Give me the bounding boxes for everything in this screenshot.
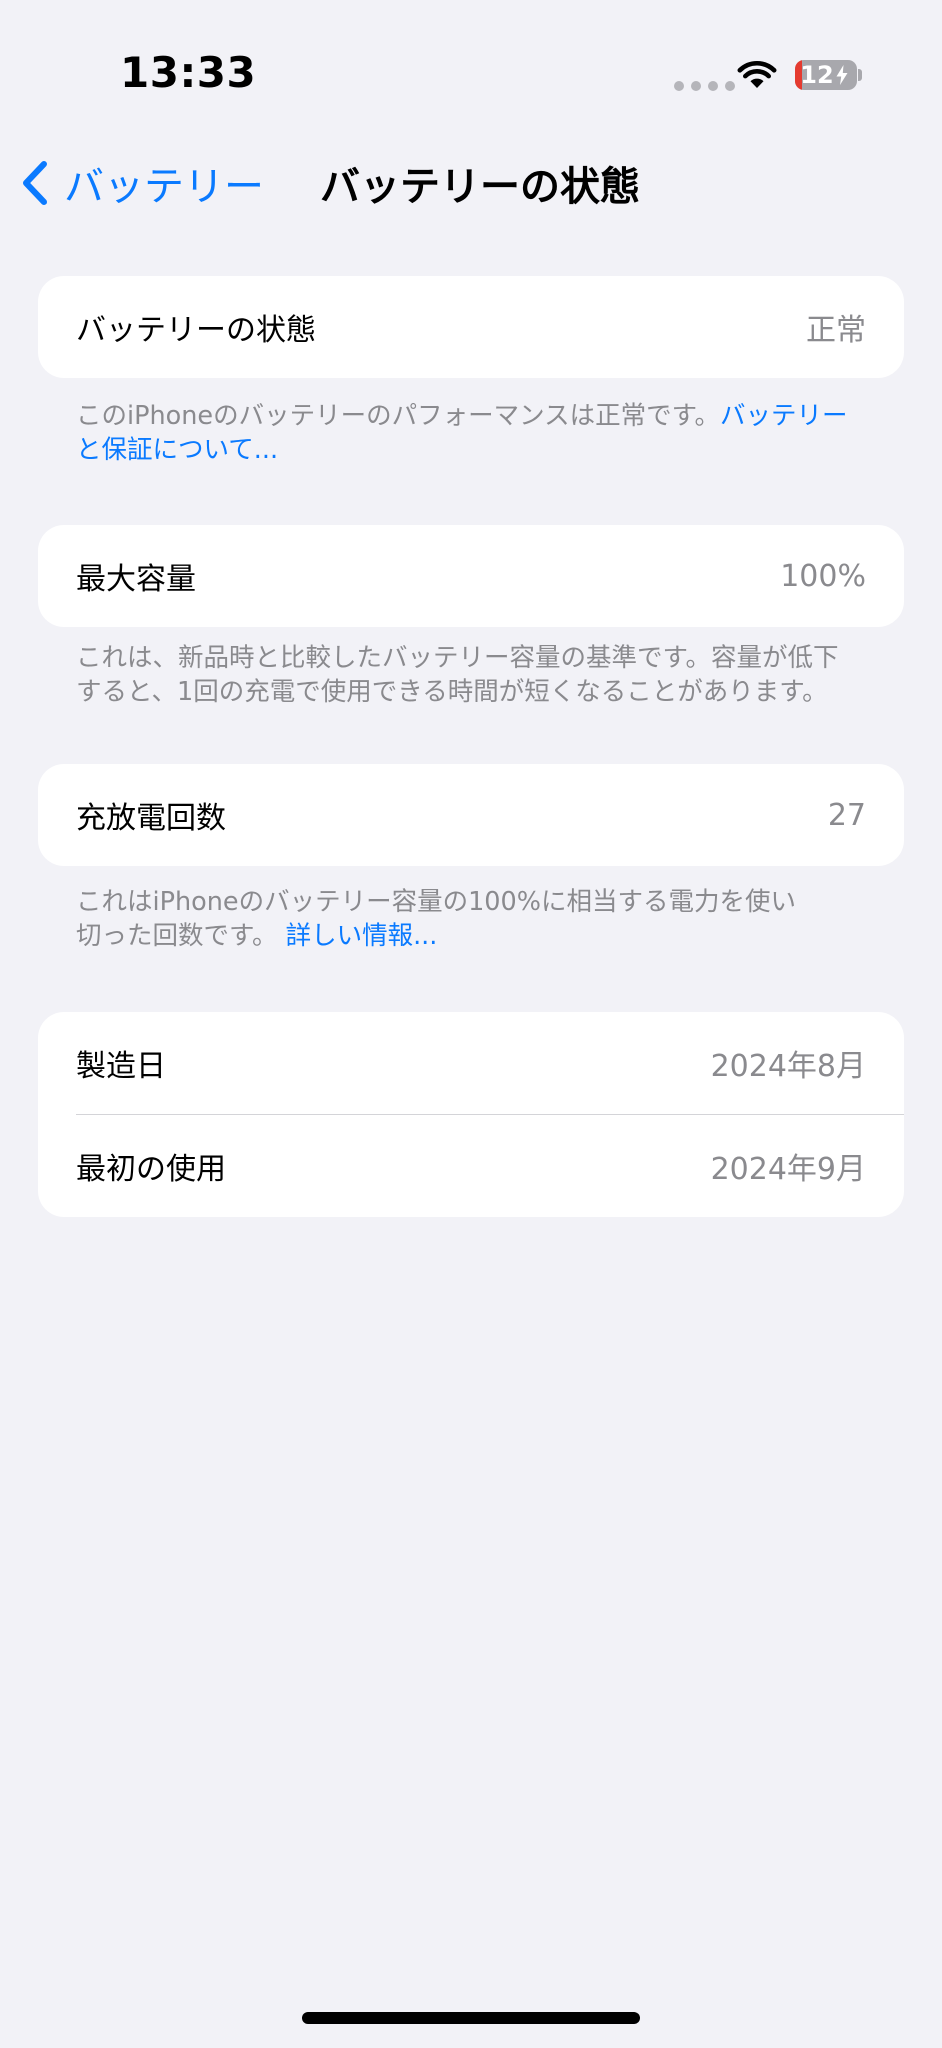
manufacture-date-value: 2024年8月 (710, 1049, 866, 1084)
home-indicator[interactable] (302, 2012, 640, 2024)
first-use-row: 最初の使用 2024年9月 (38, 1115, 904, 1217)
bolt-icon (836, 65, 848, 85)
cycle-count-value: 27 (827, 797, 866, 833)
page-title: バッテリーの状態 (320, 164, 640, 210)
wifi-icon (737, 60, 777, 88)
status-time: 13:33 (120, 48, 257, 97)
maximum-capacity-label: 最大容量 (76, 562, 196, 597)
battery-tip (858, 69, 862, 81)
cycle-count-row: 充放電回数 27 (38, 764, 904, 866)
battery-health-value: 正常 (806, 313, 866, 348)
learn-more-link[interactable]: 詳しい情報... (286, 921, 438, 951)
cycle-count-card: 充放電回数 27 (38, 764, 904, 866)
battery-health-description: このiPhoneのバッテリーのパフォーマンスは正常です。 (76, 401, 721, 431)
cycle-count-description-line1: これはiPhoneのバッテリー容量の100%に相当する電力を使い (76, 887, 796, 917)
maximum-capacity-card: 最大容量 100% (38, 525, 904, 627)
battery-indicator: 12 (795, 60, 857, 90)
chevron-left-icon (23, 161, 47, 205)
cycle-count-description-line2: 切った回数です。 詳しい情報... (76, 919, 856, 953)
maximum-capacity-footer: これは、新品時と比較したバッテリー容量の基準です。容量が低下 すると、1回の充電… (76, 641, 856, 709)
manufacture-date-row: 製造日 2024年8月 (38, 1012, 904, 1114)
maximum-capacity-row: 最大容量 100% (38, 525, 904, 627)
back-button[interactable]: バッテリー (20, 152, 264, 214)
battery-health-row: バッテリーの状態 正常 (38, 276, 904, 378)
battery-health-card: バッテリーの状態 正常 (38, 276, 904, 378)
maximum-capacity-description-line1: これは、新品時と比較したバッテリー容量の基準です。容量が低下 (76, 643, 839, 673)
battery-health-label: バッテリーの状態 (76, 313, 316, 348)
maximum-capacity-description-line2: すると、1回の充電で使用できる時間が短くなることがあります。 (76, 677, 828, 707)
first-use-value: 2024年9月 (710, 1152, 866, 1187)
cellular-signal-icon (674, 81, 735, 91)
dates-card: 製造日 2024年8月 最初の使用 2024年9月 (38, 1012, 904, 1217)
maximum-capacity-value: 100% (780, 558, 866, 594)
battery-health-footer: このiPhoneのバッテリーのパフォーマンスは正常です。バッテリーと保証について… (76, 399, 856, 467)
manufacture-date-label: 製造日 (76, 1049, 166, 1084)
back-button-label: バッテリー (64, 164, 264, 210)
cycle-count-description-text: 切った回数です。 (76, 921, 278, 951)
battery-percentage: 12 (800, 61, 834, 89)
cycle-count-footer: これはiPhoneのバッテリー容量の100%に相当する電力を使い 切った回数です… (76, 885, 856, 953)
first-use-label: 最初の使用 (76, 1152, 226, 1187)
cycle-count-label: 充放電回数 (76, 801, 226, 836)
navigation-bar: バッテリー バッテリーの状態 (0, 150, 942, 220)
status-bar: 13:33 12 (0, 0, 942, 140)
